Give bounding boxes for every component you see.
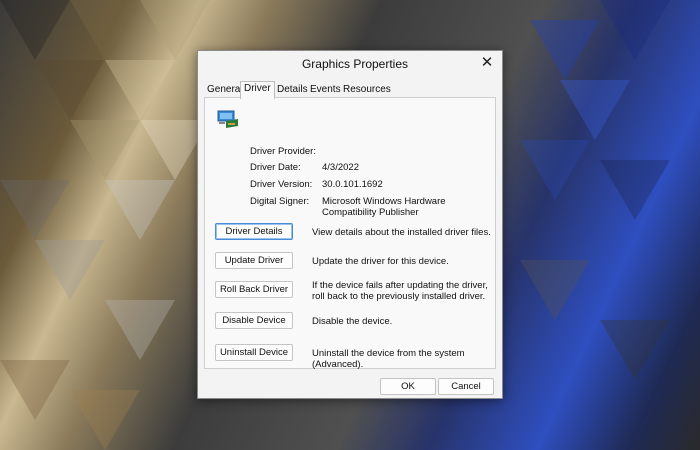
disable-device-button[interactable]: Disable Device <box>215 312 293 329</box>
tab-events[interactable]: Events <box>307 83 344 98</box>
driver-tab-panel: Driver Provider: Driver Date: 4/3/2022 D… <box>204 97 496 370</box>
properties-dialog: Graphics Properties ✕ General Driver Det… <box>197 50 503 399</box>
driver-date-value: 4/3/2022 <box>322 162 359 173</box>
disable-device-description: Disable the device. <box>312 316 393 327</box>
driver-provider-label: Driver Provider: <box>250 146 316 157</box>
roll-back-driver-description: If the device fails after updating the d… <box>312 280 488 302</box>
update-driver-button[interactable]: Update Driver <box>215 252 293 269</box>
window-title: Graphics Properties <box>301 57 409 71</box>
cancel-button[interactable]: Cancel <box>438 378 494 395</box>
driver-version-label: Driver Version: <box>250 179 313 190</box>
tab-details[interactable]: Details <box>274 83 311 98</box>
uninstall-device-description: Uninstall the device from the system (Ad… <box>312 348 465 370</box>
driver-details-button[interactable]: Driver Details <box>215 223 293 240</box>
digital-signer-label: Digital Signer: <box>250 196 310 207</box>
driver-version-value: 30.0.101.1692 <box>322 179 383 190</box>
driver-date-label: Driver Date: <box>250 162 301 173</box>
roll-back-driver-button[interactable]: Roll Back Driver <box>215 281 293 298</box>
display-adapter-icon <box>217 110 238 128</box>
title-bar: Graphics Properties ✕ <box>198 51 502 75</box>
ok-button[interactable]: OK <box>380 378 436 395</box>
uninstall-device-button[interactable]: Uninstall Device <box>215 344 293 361</box>
tab-resources[interactable]: Resources <box>340 83 394 98</box>
update-driver-description: Update the driver for this device. <box>312 256 449 267</box>
digital-signer-value: Microsoft Windows Hardware Compatibility… <box>322 196 446 218</box>
driver-details-description: View details about the installed driver … <box>312 227 491 238</box>
close-icon[interactable]: ✕ <box>478 54 496 72</box>
tab-driver[interactable]: Driver <box>240 81 275 99</box>
